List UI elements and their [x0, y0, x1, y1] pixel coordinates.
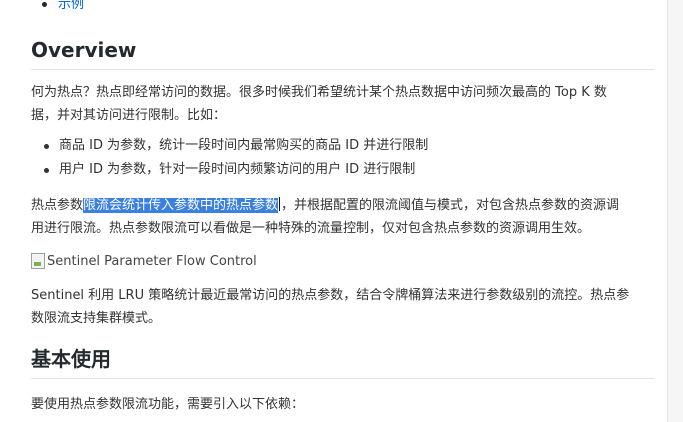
toc-link-example[interactable]: 示例 — [58, 0, 84, 12]
text-selection[interactable]: 限流会统计传入参数中的热点参数 — [83, 198, 279, 213]
example-bullet-list: 商品 ID 为参数，统计一段时间内最常购买的商品 ID 并进行限制 用户 ID … — [31, 134, 428, 182]
bullet-dot-icon — [42, 2, 47, 7]
bullet-dot-icon — [44, 168, 49, 173]
text-cursor — [279, 197, 281, 211]
text-before-selection: 热点参数 — [31, 198, 84, 213]
overview-intro-line2: 据，并对其访问进行限制。比如： — [31, 108, 227, 123]
lru-description-line1: Sentinel 利用 LRU 策略统计最近最常访问的热点参数，结合令牌桶算法来… — [31, 288, 630, 303]
lru-description: Sentinel 利用 LRU 策略统计最近最常访问的热点参数，结合令牌桶算法来… — [31, 284, 656, 330]
list-item-text: 商品 ID 为参数，统计一段时间内最常购买的商品 ID 并进行限制 — [59, 138, 429, 153]
basic-usage-heading: 基本使用 — [31, 347, 111, 371]
lru-description-line2: 数限流支持集群模式。 — [31, 311, 162, 326]
basic-usage-intro: 要使用热点参数限流功能，需要引入以下依赖： — [31, 397, 305, 412]
list-item: 商品 ID 为参数，统计一段时间内最常购买的商品 ID 并进行限制 — [31, 134, 428, 158]
broken-image-icon — [31, 253, 45, 269]
list-item-text: 用户 ID 为参数，针对一段时间内频繁访问的用户 ID 进行限制 — [59, 162, 416, 177]
heading-divider — [31, 69, 654, 70]
list-item: 用户 ID 为参数，针对一段时间内频繁访问的用户 ID 进行限制 — [31, 158, 428, 182]
overview-intro-line1: 何为热点？热点即经常访问的数据。很多时候我们希望统计某个热点数据中访问频次最高的… — [31, 85, 607, 100]
bullet-dot-icon — [44, 144, 49, 149]
window-edge — [667, 0, 683, 422]
hotspot-description-line2: 用进行限流。热点参数限流可以看做是一种特殊的流量控制，仅对包含热点参数的资源调用… — [31, 221, 591, 236]
overview-intro: 何为热点？热点即经常访问的数据。很多时候我们希望统计某个热点数据中访问频次最高的… — [31, 81, 656, 127]
heading-divider — [31, 378, 654, 379]
text-after-selection: ，并根据配置的限流阈值与模式，对包含热点参数的资源调 — [281, 198, 620, 213]
toc-list-item: 示例 — [42, 0, 84, 14]
overview-heading: Overview — [31, 38, 137, 62]
document-page: 示例 Overview 何为热点？热点即经常访问的数据。很多时候我们希望统计某个… — [0, 0, 668, 422]
hotspot-description[interactable]: 热点参数限流会统计传入参数中的热点参数 ，并根据配置的限流阈值与模式，对包含热点参… — [31, 194, 656, 240]
image-alt-text: Sentinel Parameter Flow Control — [47, 253, 257, 269]
broken-image: Sentinel Parameter Flow Control — [31, 251, 257, 271]
